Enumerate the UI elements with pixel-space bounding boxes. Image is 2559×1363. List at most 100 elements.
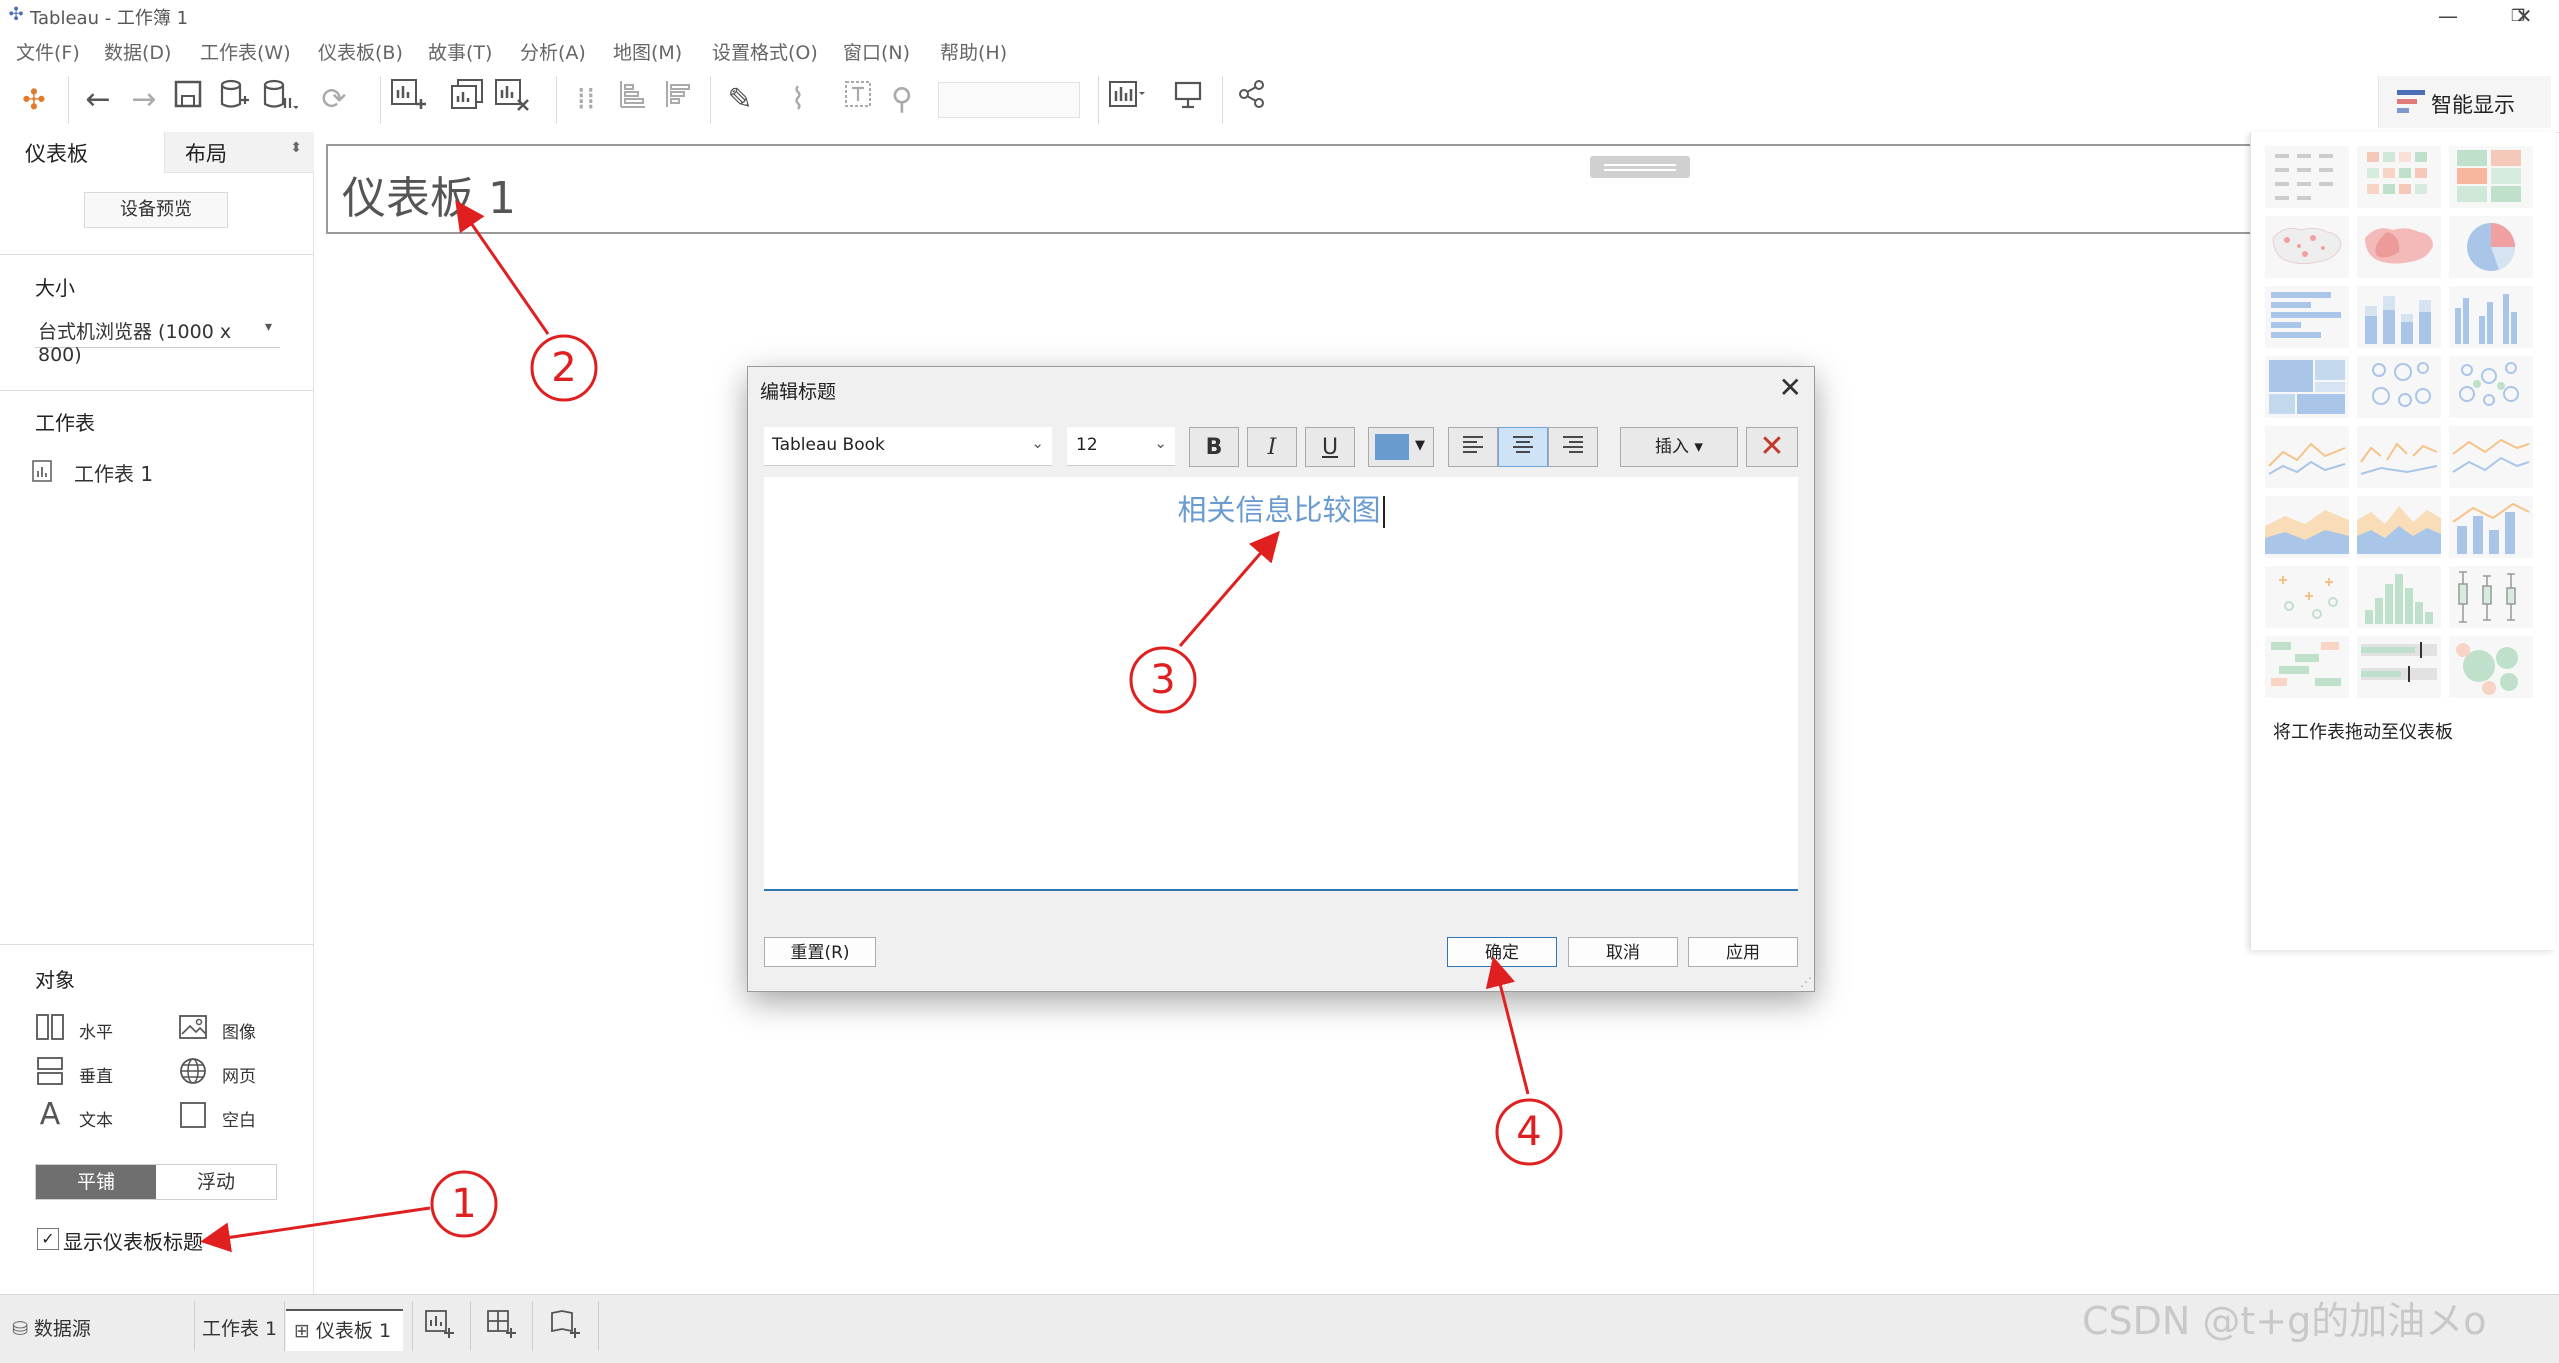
share-icon[interactable] [1230, 78, 1274, 122]
circle-view-thumbnail[interactable] [2357, 356, 2441, 418]
refresh-icon[interactable]: ⟳ [312, 78, 356, 122]
menu-story[interactable]: 故事(T) [428, 38, 492, 65]
show-cards-icon[interactable] [1106, 78, 1150, 122]
drag-handle[interactable] [1590, 156, 1690, 178]
title-text-editor[interactable]: 相关信息比较图 [764, 477, 1798, 891]
sheet-list-item[interactable]: 工作表 1 [32, 457, 272, 489]
object-vertical[interactable]: 垂直 [35, 1056, 175, 1092]
stacked-bar-thumbnail[interactable] [2357, 286, 2441, 348]
worksheet-1-tab[interactable]: 工作表 1 [202, 1309, 277, 1349]
undo-icon[interactable]: ← [76, 78, 120, 122]
attach-icon[interactable]: ⌇ [776, 78, 820, 122]
floating-button[interactable]: 浮动 [156, 1165, 276, 1199]
highlight-table-thumbnail[interactable] [2449, 146, 2533, 208]
dual-combination-thumbnail[interactable] [2449, 496, 2533, 558]
side-by-side-bar-thumbnail[interactable] [2449, 286, 2533, 348]
group-icon[interactable]: ⁞⁞ [564, 78, 608, 122]
horizontal-bar-thumbnail[interactable] [2265, 286, 2349, 348]
align-center-button[interactable] [1498, 427, 1548, 467]
duplicate-sheet-icon[interactable] [446, 78, 490, 122]
show-title-checkbox[interactable]: ✓ [37, 1228, 59, 1250]
underline-button[interactable]: U [1305, 427, 1355, 467]
object-blank[interactable]: 空白 [178, 1100, 318, 1136]
align-left-button[interactable] [1448, 427, 1498, 467]
dashboard-1-tab[interactable]: ⊞ 仪表板 1 [286, 1309, 404, 1351]
bullet-graph-thumbnail[interactable] [2357, 636, 2441, 698]
menu-help[interactable]: 帮助(H) [940, 38, 1007, 65]
object-horizontal[interactable]: 水平 [35, 1012, 175, 1048]
clear-formatting-button[interactable]: ✕ [1746, 427, 1798, 467]
area-discrete-thumbnail[interactable] [2357, 496, 2441, 558]
sort-ascending-icon[interactable] [610, 78, 654, 122]
fit-dropdown[interactable] [938, 82, 1080, 118]
filled-map-thumbnail[interactable] [2357, 216, 2441, 278]
object-image[interactable]: 图像 [178, 1012, 318, 1048]
text-table-thumbnail[interactable] [2265, 146, 2349, 208]
apply-button[interactable]: 应用 [1688, 937, 1798, 967]
tableau-home-icon[interactable]: ✣ [12, 78, 56, 122]
box-whisker-thumbnail[interactable] [2449, 566, 2533, 628]
highlight-icon[interactable]: ✎ [718, 78, 762, 122]
font-color-button[interactable]: ▼ [1368, 427, 1434, 467]
gantt-thumbnail[interactable] [2265, 636, 2349, 698]
tiled-button[interactable]: 平铺 [36, 1165, 156, 1199]
minimize-button[interactable]: — [2413, 0, 2483, 32]
new-worksheet-tab-icon[interactable] [424, 1309, 456, 1349]
new-dashboard-tab-icon[interactable] [486, 1309, 518, 1349]
clear-sheet-icon[interactable] [492, 78, 536, 122]
font-size-select[interactable]: 12 ⌄ [1067, 427, 1175, 466]
new-data-source-icon[interactable] [212, 78, 256, 122]
save-icon[interactable] [166, 78, 210, 122]
packed-bubbles-thumbnail[interactable] [2449, 636, 2533, 698]
scatter-plot-thumbnail[interactable] [2265, 566, 2349, 628]
ok-button[interactable]: 确定 [1447, 937, 1557, 967]
area-continuous-thumbnail[interactable] [2265, 496, 2349, 558]
data-source-tab[interactable]: ⛁ 数据源 [12, 1309, 91, 1349]
show-title-label[interactable]: 显示仪表板标题 [63, 1226, 203, 1255]
tab-dashboard[interactable]: 仪表板 [0, 132, 164, 172]
treemap-thumbnail[interactable] [2265, 356, 2349, 418]
presentation-mode-icon[interactable] [1166, 78, 1210, 122]
bold-button[interactable]: B [1189, 427, 1239, 467]
resize-grip-icon[interactable]: ⋰ [1800, 975, 1812, 989]
dashboard-title[interactable]: 仪表板 1 [342, 162, 516, 226]
reset-button[interactable]: 重置(R) [764, 937, 876, 967]
new-worksheet-icon[interactable] [388, 78, 432, 122]
pie-chart-thumbnail[interactable] [2449, 216, 2533, 278]
symbol-map-thumbnail[interactable] [2265, 216, 2349, 278]
pin-icon[interactable]: ⚲ [880, 78, 924, 122]
menu-data[interactable]: 数据(D) [104, 38, 171, 65]
line-continuous-thumbnail[interactable] [2265, 426, 2349, 488]
line-discrete-thumbnail[interactable] [2357, 426, 2441, 488]
menu-dashboard[interactable]: 仪表板(B) [318, 38, 403, 65]
dashboard-size-select[interactable]: 台式机浏览器 (1000 x 800) ▾ [35, 315, 280, 366]
menu-file[interactable]: 文件(F) [16, 38, 80, 65]
cancel-button[interactable]: 取消 [1568, 937, 1678, 967]
histogram-thumbnail[interactable] [2357, 566, 2441, 628]
dual-line-thumbnail[interactable] [2449, 426, 2533, 488]
heatmap-thumbnail[interactable] [2357, 146, 2441, 208]
label-icon[interactable] [836, 78, 880, 122]
object-web-page[interactable]: 网页 [178, 1056, 318, 1092]
menu-window[interactable]: 窗口(N) [843, 38, 910, 65]
insert-field-button[interactable]: 插入 ▾ [1620, 427, 1738, 467]
dashboard-title-box[interactable]: 仪表板 1 [326, 144, 2276, 234]
sort-descending-icon[interactable] [656, 78, 700, 122]
align-right-button[interactable] [1548, 427, 1598, 467]
menu-format[interactable]: 设置格式(O) [712, 38, 818, 65]
object-text[interactable]: A 文本 [35, 1100, 175, 1136]
smart-show-button[interactable]: 智能显示 [2378, 76, 2551, 128]
side-by-side-circles-thumbnail[interactable] [2449, 356, 2533, 418]
new-story-tab-icon[interactable] [550, 1309, 582, 1349]
menu-map[interactable]: 地图(M) [613, 38, 682, 65]
redo-icon[interactable]: → [122, 78, 166, 122]
tab-layout[interactable]: 布局 ⬍ [164, 132, 314, 173]
font-family-select[interactable]: Tableau Book ⌄ [764, 427, 1052, 466]
close-icon[interactable]: ✕ [1779, 371, 1802, 404]
italic-button[interactable]: I [1247, 427, 1297, 467]
close-window-button[interactable]: ✕ [2489, 0, 2559, 32]
device-preview-button[interactable]: 设备预览 [84, 192, 228, 228]
menu-worksheet[interactable]: 工作表(W) [200, 38, 291, 65]
menu-analysis[interactable]: 分析(A) [520, 38, 586, 65]
pause-data-icon[interactable] [258, 78, 302, 122]
